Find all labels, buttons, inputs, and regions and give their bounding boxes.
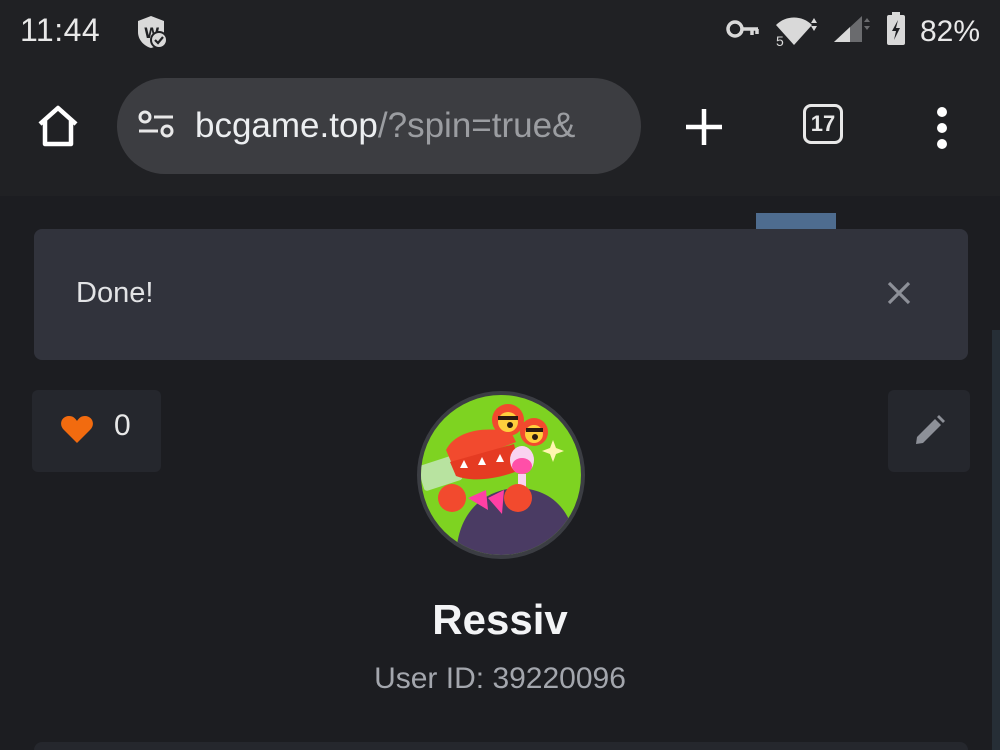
user-id-label: User ID: [374, 662, 485, 695]
wifi-band-label: 5 [775, 32, 784, 49]
tab-switcher-button[interactable]: 17 [803, 104, 843, 144]
browser-toolbar: bcgame.top/?spin=true& 17 [0, 62, 1000, 196]
profile-user-id: User ID: 39220096 [0, 662, 1000, 696]
pencil-icon [916, 415, 945, 444]
plus-icon[interactable] [683, 106, 725, 153]
url-text[interactable]: bcgame.top/?spin=true& [195, 106, 575, 146]
close-icon[interactable] [886, 280, 912, 311]
tune-icon[interactable] [137, 109, 175, 144]
like-count: 0 [114, 409, 131, 442]
wifi-icon: 5 [774, 15, 818, 49]
url-bar[interactable]: bcgame.top/?spin=true& [117, 78, 641, 174]
page-content: Done! 0 Ressiv User ID: 39220096 [0, 196, 1000, 750]
key-icon [726, 19, 760, 44]
edit-profile-button[interactable] [888, 390, 970, 472]
tab-count: 17 [810, 111, 836, 136]
more-vert-icon[interactable] [930, 106, 954, 155]
heart-icon [60, 415, 94, 450]
url-path: /?spin=true& [377, 106, 576, 145]
user-id-value: 39220096 [492, 662, 626, 695]
battery-percent: 82% [919, 14, 980, 48]
status-bar: 11:44 W 5 82% [0, 0, 1000, 62]
cell-signal-icon [832, 14, 872, 49]
avatar [416, 390, 586, 560]
like-button[interactable]: 0 [32, 390, 161, 472]
battery-charging-icon [886, 12, 906, 51]
content-card [34, 742, 968, 750]
home-icon[interactable] [34, 104, 82, 153]
url-host: bcgame.top [195, 106, 378, 145]
shield-check-icon: W [133, 14, 169, 55]
status-time: 11:44 [20, 12, 101, 48]
toast-message: Done! [76, 277, 154, 309]
toast-notification: Done! [34, 229, 968, 360]
profile-username: Ressiv [432, 596, 568, 643]
